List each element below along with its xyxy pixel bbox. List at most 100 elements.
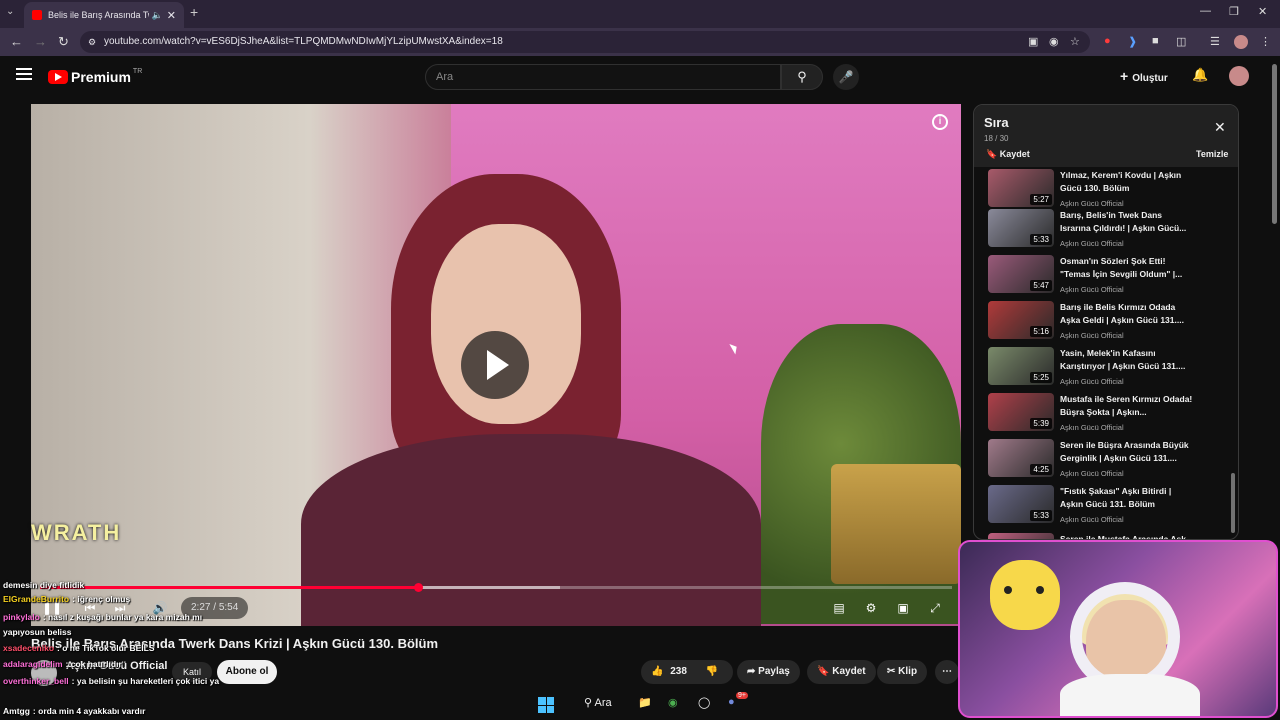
queue-item-title[interactable]: "Fıstık Şakası" Aşkı Bitirdi | Aşkın Güc…: [1060, 485, 1195, 511]
plus-icon: +: [1120, 68, 1129, 84]
chat-message: adalaragidelim: cok hatırlıdır: [3, 659, 122, 669]
notifications-bell-icon[interactable]: 🔔: [1192, 67, 1208, 83]
minimize-icon[interactable]: —: [1200, 5, 1211, 17]
browser-tab-strip: ⌄ Belis ile Barış Arasında Twerk Dans Kr…: [0, 0, 1280, 28]
fullscreen-icon[interactable]: ⤢: [925, 598, 945, 618]
queue-header: Sıra 18 / 30 ✕ 🔖 Kaydet Temizle: [974, 105, 1238, 167]
miniplayer-icon[interactable]: ▣: [893, 598, 913, 618]
obs-icon[interactable]: ◯: [698, 696, 710, 709]
browser-tab[interactable]: Belis ile Barış Arasında Twerk Dans Kriz…: [24, 2, 184, 28]
discord-icon[interactable]: ●: [728, 696, 735, 708]
extension-dark-icon[interactable]: ■: [1152, 35, 1159, 47]
queue-item[interactable]: 5:16 Barış ile Belis Kırmızı Odada Aşka G…: [988, 301, 1228, 347]
queue-thumbnail[interactable]: 5:25: [988, 347, 1054, 385]
pikachu-plush: [990, 560, 1060, 630]
thumbs-up-icon[interactable]: 👍: [651, 666, 663, 677]
time-total: 5:54: [218, 602, 239, 613]
streamer-shirt: [1060, 674, 1200, 716]
info-icon[interactable]: i: [932, 114, 948, 130]
queue-item-title[interactable]: Mustafa ile Seren Kırmızı Odada! Büşra Ş…: [1060, 393, 1195, 419]
queue-thumbnail[interactable]: 5:33: [988, 209, 1054, 247]
queue-item-channel: Aşkın Gücü Official: [1060, 515, 1124, 524]
share-label: Paylaş: [758, 666, 790, 677]
queue-item[interactable]: Seren ile Mustafa Arasında Aşk...Aşkın G…: [988, 533, 1228, 539]
new-tab-button[interactable]: +: [190, 4, 198, 20]
eye-off-icon[interactable]: ◉: [1049, 35, 1059, 48]
create-button[interactable]: + Oluştur: [1120, 68, 1168, 84]
queue-item-title[interactable]: Seren ile Büşra Arasında Büyük Gerginlik…: [1060, 439, 1195, 465]
queue-thumbnail[interactable]: [988, 533, 1054, 539]
restore-icon[interactable]: ❐: [1229, 5, 1239, 18]
queue-duration: 5:25: [1030, 372, 1052, 383]
bookmark-star-icon[interactable]: ☆: [1070, 35, 1080, 48]
queue-item[interactable]: 5:39 Mustafa ile Seren Kırmızı Odada! Büş…: [988, 393, 1228, 439]
reading-list-icon[interactable]: ☰: [1210, 35, 1220, 48]
queue-thumbnail[interactable]: 5:16: [988, 301, 1054, 339]
save-bookmark-icon: 🔖: [817, 666, 830, 677]
tab-close-icon[interactable]: ✕: [167, 9, 176, 22]
queue-item[interactable]: 5:33 Barış, Belis'in Twek Dans Israrına Ç…: [988, 209, 1228, 255]
queue-scrollbar[interactable]: [1231, 473, 1235, 533]
profile-avatar[interactable]: [1234, 35, 1248, 49]
windows-start-icon[interactable]: [538, 697, 554, 713]
big-play-button[interactable]: [461, 331, 529, 399]
queue-item-channel: Aşkın Gücü Official: [1060, 285, 1124, 294]
extension-blue-icon[interactable]: ❱: [1128, 35, 1137, 48]
queue-thumbnail[interactable]: 5:47: [988, 255, 1054, 293]
share-button[interactable]: ➦ Paylaş: [737, 660, 800, 684]
queue-item-title[interactable]: Seren ile Mustafa Arasında Aşk...: [1060, 533, 1195, 539]
more-actions-icon[interactable]: ⋯: [935, 660, 959, 684]
search-input[interactable]: Ara: [425, 64, 781, 90]
settings-gear-icon[interactable]: ⚙: [861, 598, 881, 618]
subscribe-button[interactable]: Abone ol: [217, 660, 277, 684]
save-button[interactable]: 🔖 Kaydet: [807, 660, 876, 684]
clip-button[interactable]: ✂ Klip: [877, 660, 928, 684]
site-info-icon[interactable]: ⚙: [88, 31, 96, 53]
tab-search-icon[interactable]: ⌄: [6, 6, 14, 17]
youtube-logo[interactable]: Premium TR: [48, 68, 142, 85]
queue-item-title[interactable]: Barış, Belis'in Twek Dans Israrına Çıldı…: [1060, 209, 1195, 235]
queue-item[interactable]: 5:47 Osman'ın Sözleri Şok Etti! "Temas İç…: [988, 255, 1228, 301]
queue-item-title[interactable]: Yasin, Melek'in Kafasını Karıştırıyor | …: [1060, 347, 1195, 373]
chrome-icon[interactable]: ◉: [668, 696, 678, 709]
queue-item[interactable]: 5:25 Yasin, Melek'in Kafasını Karıştırıyo…: [988, 347, 1228, 393]
queue-save-button[interactable]: 🔖 Kaydet: [986, 149, 1030, 160]
queue-position: 18 / 30: [984, 134, 1009, 143]
page-scrollbar[interactable]: [1272, 64, 1277, 224]
thumbs-down-icon[interactable]: 👎: [706, 666, 718, 677]
like-count[interactable]: 238: [670, 666, 687, 677]
account-avatar[interactable]: [1229, 66, 1249, 86]
microphone-icon[interactable]: 🎤: [833, 64, 859, 90]
queue-thumbnail[interactable]: 5:39: [988, 393, 1054, 431]
chat-message: demesin diye fitlidik: [3, 580, 84, 590]
queue-duration: 5:27: [1030, 194, 1052, 205]
browser-menu-icon[interactable]: ⋮: [1260, 35, 1271, 48]
taskbar-search[interactable]: ⚲ Ara: [584, 696, 612, 709]
queue-item-title[interactable]: Osman'ın Sözleri Şok Etti! "Temas İçin S…: [1060, 255, 1195, 281]
queue-thumbnail[interactable]: 5:33: [988, 485, 1054, 523]
forward-icon[interactable]: →: [34, 34, 47, 49]
queue-clear-button[interactable]: Temizle: [1196, 149, 1228, 159]
url-bar[interactable]: ⚙ youtube.com/watch?v=vES6DjSJheA&list=T…: [80, 31, 1090, 53]
queue-item-title[interactable]: Yılmaz, Kerem'i Kovdu | Aşkın Gücü 130. …: [1060, 169, 1195, 195]
menu-icon[interactable]: [16, 68, 32, 80]
queue-close-icon[interactable]: ✕: [1214, 119, 1226, 136]
speaker-icon[interactable]: 🔈: [152, 10, 163, 21]
queue-item-title[interactable]: Barış ile Belis Kırmızı Odada Aşka Geldi…: [1060, 301, 1195, 327]
file-explorer-icon[interactable]: 📁: [638, 696, 652, 709]
extensions-puzzle-icon[interactable]: ◫: [1176, 35, 1186, 48]
extension-red-icon[interactable]: ●: [1104, 35, 1111, 47]
subtitles-icon[interactable]: ▤: [829, 598, 849, 618]
reload-icon[interactable]: ↻: [58, 34, 69, 50]
queue-save-label: Kaydet: [999, 149, 1030, 159]
chat-message: pinkylalo: nasıl z kuşağı bunlar ya kara…: [3, 612, 202, 622]
back-icon[interactable]: ←: [10, 34, 23, 49]
window-close-icon[interactable]: ✕: [1258, 5, 1267, 18]
queue-thumbnail[interactable]: 4:25: [988, 439, 1054, 477]
search-icon[interactable]: ⚲: [781, 64, 823, 90]
youtube-header: Premium TR Ara ⚲ 🎤 + Oluştur 🔔: [0, 56, 1280, 100]
queue-item[interactable]: 5:33 "Fıstık Şakası" Aşkı Bitirdi | Aşkın…: [988, 485, 1228, 531]
install-app-icon[interactable]: ▣: [1028, 35, 1038, 48]
queue-item[interactable]: 4:25 Seren ile Büşra Arasında Büyük Gergi…: [988, 439, 1228, 485]
queue-thumbnail[interactable]: 5:27: [988, 169, 1054, 207]
